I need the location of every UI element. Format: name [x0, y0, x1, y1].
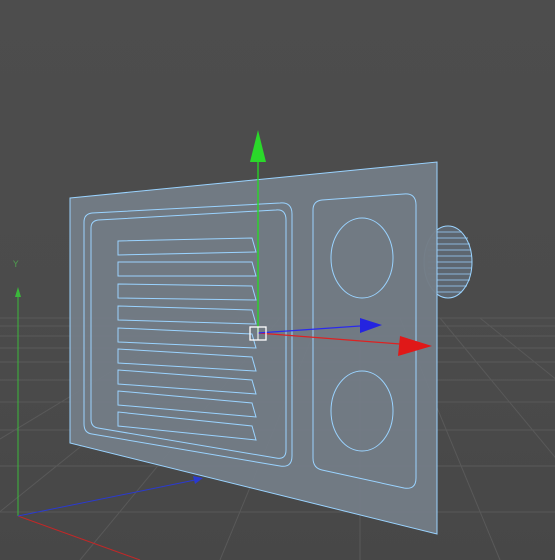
- world-z-axis: [17, 479, 196, 517]
- viewport-scene[interactable]: [0, 0, 555, 560]
- 3d-viewport[interactable]: Y: [0, 0, 555, 560]
- world-x-axis: [17, 515, 141, 560]
- world-axis-label-y: Y: [13, 260, 19, 270]
- panel-mesh[interactable]: [69, 161, 438, 535]
- gizmo-y-arrowhead[interactable]: [250, 130, 266, 162]
